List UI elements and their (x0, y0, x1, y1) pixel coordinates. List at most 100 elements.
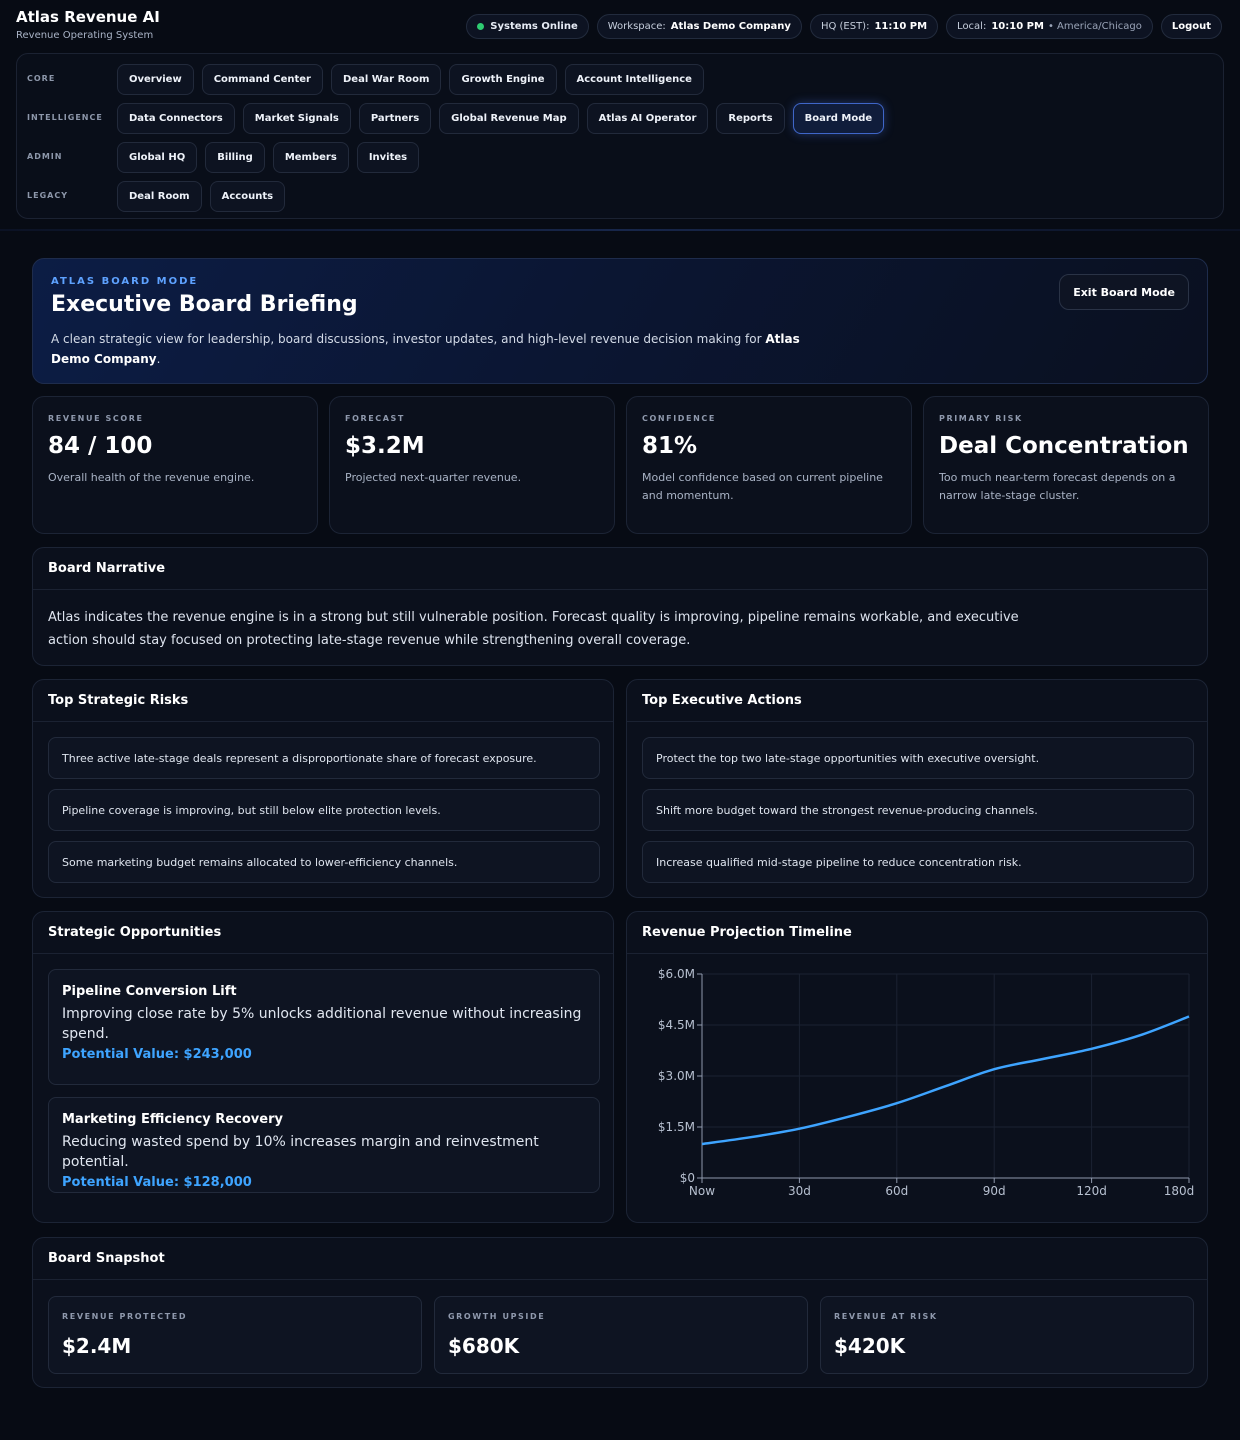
y-tick-label: $6.0M (658, 967, 695, 981)
risk-item: Some marketing budget remains allocated … (48, 841, 600, 883)
nav-group-label: LEGACY (27, 191, 68, 200)
action-item: Increase qualified mid-stage pipeline to… (642, 841, 1194, 883)
nav-group-intelligence: INTELLIGENCE Data Connectors Market Sign… (17, 101, 1223, 135)
opportunity-item: Pipeline Conversion Lift Improving close… (48, 969, 600, 1085)
x-tick-label: 180d (1164, 1184, 1195, 1198)
systems-status-text: Systems Online (490, 21, 578, 32)
kpi-description: Too much near-term forecast depends on a… (939, 471, 1176, 502)
nav-item-global-revenue-map[interactable]: Global Revenue Map (439, 103, 579, 134)
nav-panel: CORE Overview Command Center Deal War Ro… (16, 53, 1224, 219)
strategic-risks-card: Top Strategic Risks Three active late-st… (32, 679, 614, 898)
nav-group-label: CORE (27, 74, 56, 83)
section-title: Board Narrative (48, 561, 166, 576)
snapshot-revenue-protected: REVENUE PROTECTED $2.4M (48, 1296, 422, 1374)
nav-item-growth-engine[interactable]: Growth Engine (449, 64, 557, 95)
opportunity-title: Marketing Efficiency Recovery (62, 1112, 283, 1127)
page-title: Executive Board Briefing (51, 292, 358, 317)
revenue-timeline-card: Revenue Projection Timeline $0 $1.5M $3.0M… (626, 911, 1208, 1223)
section-title: Revenue Projection Timeline (642, 925, 852, 940)
workspace-label: Workspace: (607, 21, 666, 32)
section-title: Board Snapshot (48, 1251, 165, 1266)
section-title: Top Executive Actions (642, 693, 802, 708)
local-time-pill: Local: 10:10 PM • America/Chicago (946, 14, 1153, 39)
local-timezone: • America/Chicago (1047, 21, 1142, 32)
hero-desc-text: A clean strategic view for leadership, b… (51, 332, 766, 346)
action-item: Protect the top two late-stage opportuni… (642, 737, 1194, 779)
opportunity-title: Pipeline Conversion Lift (62, 984, 237, 999)
kpi-label: CONFIDENCE (642, 414, 716, 423)
nav-item-command-center[interactable]: Command Center (201, 64, 323, 95)
hq-time-label: HQ (EST): (820, 21, 870, 32)
app-subtitle: Revenue Operating System (16, 30, 154, 41)
x-tick-label: 90d (983, 1184, 1006, 1198)
section-divider (33, 1279, 1207, 1280)
header-divider (0, 229, 1240, 231)
nav-item-deal-room[interactable]: Deal Room (117, 181, 202, 212)
action-item: Shift more budget toward the strongest r… (642, 789, 1194, 831)
snapshot-growth-upside: GROWTH UPSIDE $680K (434, 1296, 808, 1374)
section-divider (33, 721, 613, 722)
revenue-projection-chart: $0 $1.5M $3.0M $4.5M $6.0M Now 30d 60d 90d 120d 18… (658, 967, 1195, 1198)
snapshot-label: REVENUE PROTECTED (62, 1312, 188, 1321)
hero-desc-suffix: . (156, 352, 161, 366)
nav-item-invites[interactable]: Invites (356, 142, 420, 173)
hq-time-value: 11:10 PM (874, 21, 928, 32)
x-tick-label: Now (689, 1184, 715, 1198)
nav-group-core: CORE Overview Command Center Deal War Ro… (17, 62, 1223, 96)
snapshot-value: $2.4M (62, 1334, 132, 1358)
snapshot-value: $420K (834, 1334, 906, 1358)
section-title: Strategic Opportunities (48, 925, 222, 940)
nav-item-members[interactable]: Members (272, 142, 349, 173)
hq-time-pill: HQ (EST): 11:10 PM (809, 14, 939, 39)
strategic-opportunities-card: Strategic Opportunities Pipeline Convers… (32, 911, 614, 1223)
hero-description: A clean strategic view for leadership, b… (51, 329, 811, 369)
kpi-forecast: FORECAST $3.2M Projected next-quarter re… (329, 396, 615, 534)
section-title: Top Strategic Risks (48, 693, 189, 708)
nav-item-global-hq[interactable]: Global HQ (117, 142, 198, 173)
nav-item-data-connectors[interactable]: Data Connectors (117, 103, 235, 134)
kpi-description: Overall health of the revenue engine. (48, 471, 255, 484)
nav-item-market-signals[interactable]: Market Signals (242, 103, 351, 134)
systems-status-badge: Systems Online (466, 14, 589, 39)
kpi-label: PRIMARY RISK (939, 414, 1023, 423)
nav-item-overview[interactable]: Overview (117, 64, 194, 95)
snapshot-label: GROWTH UPSIDE (448, 1312, 546, 1321)
y-tick-label: $4.5M (658, 1018, 695, 1032)
nav-item-partners[interactable]: Partners (358, 103, 432, 134)
kpi-revenue-score: REVENUE SCORE 84 / 100 Overall health of… (32, 396, 318, 534)
nav-item-accounts[interactable]: Accounts (209, 181, 286, 212)
x-tick-label: 120d (1076, 1184, 1107, 1198)
snapshot-value: $680K (448, 1334, 520, 1358)
kpi-description: Projected next-quarter revenue. (345, 471, 522, 484)
section-divider (627, 721, 1207, 722)
nav-item-reports[interactable]: Reports (716, 103, 785, 134)
kpi-label: FORECAST (345, 414, 405, 423)
workspace-pill[interactable]: Workspace: Atlas Demo Company (596, 14, 802, 39)
top-bar: Atlas Revenue AI Revenue Operating Syste… (0, 0, 1240, 52)
kpi-label: REVENUE SCORE (48, 414, 144, 423)
exit-board-mode-button[interactable]: Exit Board Mode (1059, 274, 1189, 310)
status-pills: Systems Online Workspace: Atlas Demo Com… (466, 14, 1222, 39)
nav-item-deal-war-room[interactable]: Deal War Room (331, 64, 442, 95)
kpi-confidence: CONFIDENCE 81% Model confidence based on… (626, 396, 912, 534)
online-dot-icon (477, 23, 485, 30)
kpi-value: 81% (642, 433, 698, 459)
app-title: Atlas Revenue AI (16, 8, 160, 26)
opportunity-description: Improving close rate by 5% unlocks addit… (62, 1006, 582, 1042)
snapshot-label: REVENUE AT RISK (834, 1312, 938, 1321)
x-tick-label: 30d (788, 1184, 811, 1198)
nav-item-billing[interactable]: Billing (205, 142, 265, 173)
risk-item: Three active late-stage deals represent … (48, 737, 600, 779)
kpi-value: $3.2M (345, 433, 425, 459)
nav-item-atlas-ai-operator[interactable]: Atlas AI Operator (586, 103, 709, 134)
nav-item-account-intelligence[interactable]: Account Intelligence (564, 64, 704, 95)
section-divider (33, 589, 1207, 590)
kpi-value: Deal Concentration (939, 433, 1189, 459)
board-briefing-hero: ATLAS BOARD MODE Executive Board Briefin… (32, 258, 1208, 384)
y-tick-label: $1.5M (658, 1120, 695, 1134)
kpi-description: Model confidence based on current pipeli… (642, 471, 883, 502)
nav-item-board-mode[interactable]: Board Mode (792, 103, 885, 134)
logout-button[interactable]: Logout (1160, 14, 1222, 39)
snapshot-revenue-at-risk: REVENUE AT RISK $420K (820, 1296, 1194, 1374)
hero-eyebrow: ATLAS BOARD MODE (51, 276, 199, 287)
